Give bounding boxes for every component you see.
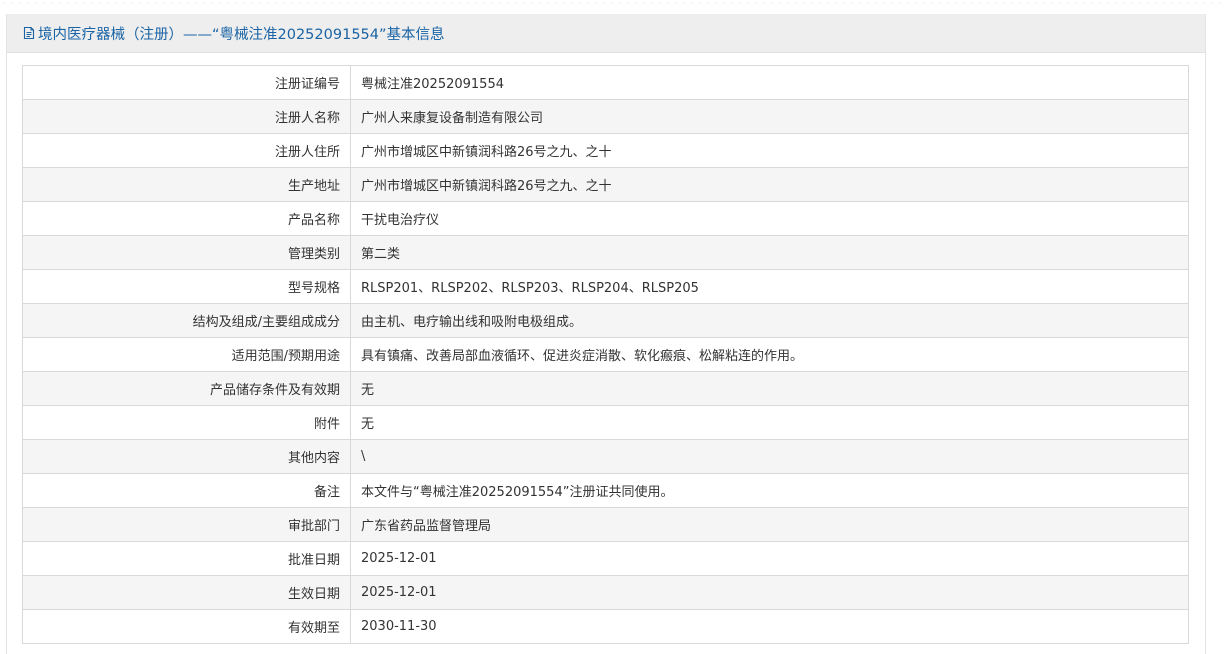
table-row: 附件 无 xyxy=(22,405,1189,440)
basic-info-panel: 境内医疗器械（注册）——“粤械注准20252091554”基本信息 注册证编号 … xyxy=(6,14,1206,654)
table-row: 生产地址 广州市增城区中新镇润科路26号之九、之十 xyxy=(22,167,1189,202)
table-row: 产品名称 干扰电治疗仪 xyxy=(22,201,1189,236)
info-table: 注册证编号 粤械注准20252091554 注册人名称 广州人来康复设备制造有限… xyxy=(22,65,1189,644)
row-value: 无 xyxy=(350,371,1189,406)
row-value: 广州市增城区中新镇润科路26号之九、之十 xyxy=(350,167,1189,202)
table-row: 适用范围/预期用途 具有镇痛、改善局部血液循环、促进炎症消散、软化瘢痕、松解粘连… xyxy=(22,337,1189,372)
row-label: 备注 xyxy=(22,473,351,508)
row-label: 结构及组成/主要组成成分 xyxy=(22,303,351,338)
row-label: 管理类别 xyxy=(22,235,351,270)
row-value: 由主机、电疗输出线和吸附电极组成。 xyxy=(350,303,1189,338)
row-value: RLSP201、RLSP202、RLSP203、RLSP204、RLSP205 xyxy=(350,269,1189,304)
row-label: 批准日期 xyxy=(22,541,351,576)
row-label: 产品储存条件及有效期 xyxy=(22,371,351,406)
row-value: 广州市增城区中新镇润科路26号之九、之十 xyxy=(350,133,1189,168)
row-label: 注册证编号 xyxy=(22,65,351,100)
table-row: 注册人名称 广州人来康复设备制造有限公司 xyxy=(22,99,1189,134)
table-row: 审批部门 广东省药品监督管理局 xyxy=(22,507,1189,542)
document-icon xyxy=(23,26,35,40)
table-row: 型号规格 RLSP201、RLSP202、RLSP203、RLSP204、RLS… xyxy=(22,269,1189,304)
row-value: 本文件与“粤械注准20252091554”注册证共同使用。 xyxy=(350,473,1189,508)
row-value: 具有镇痛、改善局部血液循环、促进炎症消散、软化瘢痕、松解粘连的作用。 xyxy=(350,337,1189,372)
row-value: 2025-12-01 xyxy=(350,541,1189,576)
row-value: 广东省药品监督管理局 xyxy=(350,507,1189,542)
row-value: \ xyxy=(350,439,1189,474)
table-row: 管理类别 第二类 xyxy=(22,235,1189,270)
row-value: 粤械注准20252091554 xyxy=(350,65,1189,100)
row-value: 广州人来康复设备制造有限公司 xyxy=(350,99,1189,134)
page-top-decoration xyxy=(0,0,1227,6)
table-row: 注册人住所 广州市增城区中新镇润科路26号之九、之十 xyxy=(22,133,1189,168)
row-label: 其他内容 xyxy=(22,439,351,474)
row-value: 2025-12-01 xyxy=(350,575,1189,610)
row-value: 第二类 xyxy=(350,235,1189,270)
row-label: 适用范围/预期用途 xyxy=(22,337,351,372)
row-value: 无 xyxy=(350,405,1189,440)
row-value: 干扰电治疗仪 xyxy=(350,201,1189,236)
row-label: 附件 xyxy=(22,405,351,440)
table-row: 批准日期 2025-12-01 xyxy=(22,541,1189,576)
table-row: 生效日期 2025-12-01 xyxy=(22,575,1189,610)
row-label: 注册人名称 xyxy=(22,99,351,134)
table-row: 有效期至 2030-11-30 xyxy=(22,609,1189,644)
row-value: 2030-11-30 xyxy=(350,609,1189,644)
row-label: 生效日期 xyxy=(22,575,351,610)
table-row: 注册证编号 粤械注准20252091554 xyxy=(22,65,1189,100)
row-label: 审批部门 xyxy=(22,507,351,542)
row-label: 注册人住所 xyxy=(22,133,351,168)
row-label: 生产地址 xyxy=(22,167,351,202)
row-label: 产品名称 xyxy=(22,201,351,236)
table-row: 备注 本文件与“粤械注准20252091554”注册证共同使用。 xyxy=(22,473,1189,508)
panel-header: 境内医疗器械（注册）——“粤械注准20252091554”基本信息 xyxy=(7,14,1205,53)
table-row: 结构及组成/主要组成成分 由主机、电疗输出线和吸附电极组成。 xyxy=(22,303,1189,338)
table-row: 其他内容 \ xyxy=(22,439,1189,474)
panel-title: 境内医疗器械（注册）——“粤械注准20252091554”基本信息 xyxy=(38,26,445,43)
row-label: 型号规格 xyxy=(22,269,351,304)
table-row: 产品储存条件及有效期 无 xyxy=(22,371,1189,406)
row-label: 有效期至 xyxy=(22,609,351,644)
